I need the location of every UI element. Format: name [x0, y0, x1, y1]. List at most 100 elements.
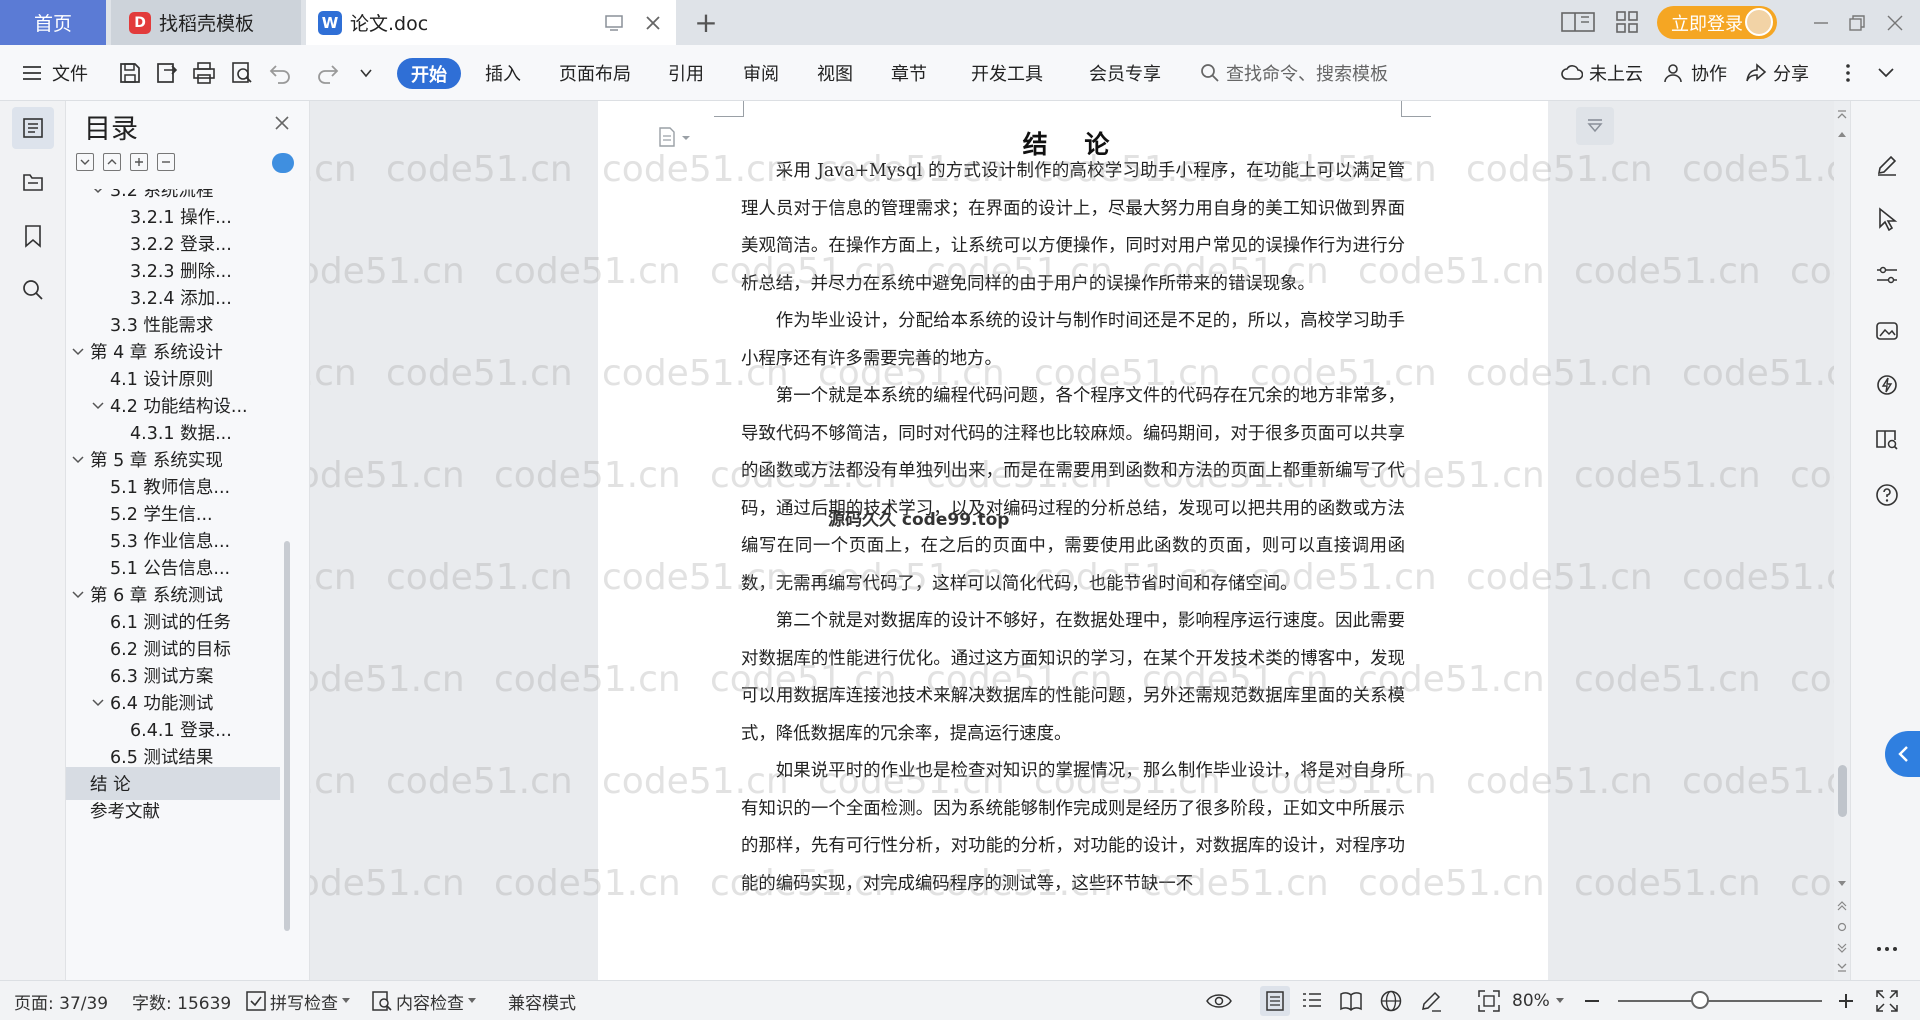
- zoom-in-button[interactable]: [1838, 981, 1854, 1020]
- tab-page-layout-label: 页面布局: [559, 64, 631, 85]
- page-view-icon[interactable]: [1260, 986, 1290, 1016]
- caret-down-icon: [1555, 998, 1564, 1003]
- export-icon[interactable]: [153, 59, 181, 87]
- watermark-text: code51.cn: [1682, 761, 1834, 802]
- chevron-down-icon[interactable]: [90, 189, 106, 197]
- scroll-top-icon[interactable]: [1836, 109, 1848, 123]
- hamburger-icon: [23, 66, 41, 80]
- word-count[interactable]: 字数: 15639: [132, 981, 231, 1020]
- chevron-down-icon[interactable]: [90, 399, 106, 413]
- save-icon[interactable]: [116, 59, 144, 87]
- next-page-icon[interactable]: [1836, 941, 1848, 955]
- web-view-icon[interactable]: [1380, 981, 1402, 1020]
- ai-assistant-icon[interactable]: [1871, 369, 1903, 401]
- help-icon[interactable]: [1871, 479, 1903, 511]
- prev-page-icon[interactable]: [1836, 901, 1848, 915]
- zoom-slider-handle[interactable]: [1690, 991, 1709, 1009]
- tab-home-ribbon[interactable]: 开始: [397, 58, 461, 89]
- toc-smart-toggle-icon[interactable]: [272, 153, 294, 173]
- cloud-status-button[interactable]: 未上云: [1561, 45, 1643, 101]
- bookmark-icon[interactable]: [12, 215, 54, 257]
- print-icon[interactable]: [190, 59, 218, 87]
- toc-close-icon[interactable]: [270, 111, 294, 135]
- zoom-slider[interactable]: [1618, 1000, 1822, 1002]
- command-search-input[interactable]: 查找命令、搜索模板: [1200, 45, 1388, 101]
- quick-access-dropdown-icon[interactable]: [352, 59, 380, 87]
- collapse-ribbon-icon[interactable]: [1872, 59, 1900, 87]
- tab-close-icon[interactable]: [636, 6, 670, 40]
- tab-preview-icon[interactable]: [600, 9, 628, 37]
- toc-item[interactable]: 参考文献: [66, 794, 280, 827]
- minimize-icon[interactable]: [1810, 12, 1832, 34]
- more-options-icon[interactable]: [1834, 59, 1862, 87]
- reading-mode-icon[interactable]: [1871, 423, 1903, 455]
- tab-review[interactable]: 审阅: [743, 45, 779, 101]
- page-indicator[interactable]: 页面: 37/39: [14, 981, 108, 1020]
- tab-member[interactable]: 会员专享: [1089, 45, 1161, 101]
- toc-item-label: 3.2.2 登录...: [130, 235, 232, 255]
- tab-developer[interactable]: 开发工具: [971, 45, 1043, 101]
- eye-protection-icon[interactable]: [1206, 981, 1232, 1020]
- chevron-down-icon[interactable]: [70, 345, 86, 359]
- reading-view-icon[interactable]: [1340, 981, 1362, 1020]
- outline-view-icon[interactable]: [1302, 981, 1322, 1020]
- adjust-sliders-icon[interactable]: [1871, 259, 1903, 291]
- file-menu-button[interactable]: 文件: [22, 45, 88, 101]
- layout-toggle-icon[interactable]: [1560, 9, 1596, 35]
- toc-collapse-all-icon[interactable]: [103, 153, 121, 171]
- image-tool-icon[interactable]: [1871, 315, 1903, 347]
- chevron-down-icon[interactable]: [70, 588, 86, 602]
- toc-item-label: 第 4 章 系统设计: [90, 343, 223, 363]
- tab-references[interactable]: 引用: [668, 45, 704, 101]
- close-window-icon[interactable]: [1884, 12, 1906, 34]
- tab-view[interactable]: 视图: [817, 45, 853, 101]
- write-view-icon[interactable]: [1420, 981, 1442, 1020]
- page-float-toolbar-icon[interactable]: [1576, 107, 1614, 145]
- content-check-button[interactable]: 内容检查: [372, 981, 476, 1020]
- print-preview-icon[interactable]: [228, 59, 256, 87]
- zoom-out-button[interactable]: [1584, 981, 1600, 1020]
- pen-edit-icon[interactable]: [1871, 149, 1903, 181]
- tab-home-ribbon-label: 开始: [411, 64, 447, 86]
- tab-insert[interactable]: 插入: [485, 45, 521, 101]
- chevron-down-icon[interactable]: [70, 453, 86, 467]
- zoom-level-dropdown[interactable]: 80%: [1512, 981, 1564, 1020]
- expand-side-panel-button[interactable]: [1885, 731, 1920, 777]
- apps-grid-icon[interactable]: [1614, 9, 1640, 35]
- tab-docer-templates[interactable]: D 找稻壳模板: [111, 0, 301, 45]
- toc-remove-icon[interactable]: [157, 153, 175, 171]
- tab-chapter[interactable]: 章节: [891, 45, 927, 101]
- scroll-up-icon[interactable]: [1836, 129, 1848, 143]
- collaborate-button[interactable]: 协作: [1663, 45, 1727, 101]
- scroll-down-icon[interactable]: [1836, 879, 1848, 893]
- tab-page-layout[interactable]: 页面布局: [559, 45, 631, 101]
- toc-scrollbar[interactable]: [284, 541, 290, 931]
- document-page[interactable]: 结 论 采用 Java+Mysql 的方式设计制作的高校学习助手小程序，在功能上…: [598, 101, 1548, 980]
- toc-item-label: 3.2.4 添加...: [130, 289, 232, 309]
- login-button[interactable]: 立即登录: [1657, 6, 1777, 39]
- new-tab-button[interactable]: +: [690, 6, 722, 39]
- page-select-icon[interactable]: [1836, 921, 1848, 935]
- toc-panel-icon[interactable]: [12, 107, 54, 149]
- tab-view-label: 视图: [817, 64, 853, 85]
- tab-home[interactable]: 首页: [0, 0, 106, 45]
- redo-icon[interactable]: [314, 59, 342, 87]
- tab-document[interactable]: W 论文.doc: [306, 0, 676, 45]
- select-pointer-icon[interactable]: [1871, 203, 1903, 235]
- toc-expand-all-icon[interactable]: [76, 153, 94, 171]
- chevron-down-icon[interactable]: [90, 696, 106, 710]
- undo-icon[interactable]: [266, 59, 294, 87]
- toc-add-icon[interactable]: [130, 153, 148, 171]
- scroll-thumb[interactable]: [1838, 765, 1847, 817]
- find-icon[interactable]: [12, 269, 54, 311]
- share-button[interactable]: 分享: [1745, 45, 1809, 101]
- spell-check-button[interactable]: 拼写检查: [246, 981, 350, 1020]
- restore-icon[interactable]: [1846, 12, 1868, 34]
- scroll-bottom-icon[interactable]: [1836, 961, 1848, 975]
- more-tools-icon[interactable]: [1871, 933, 1903, 965]
- watermark-text: code51.cn: [310, 557, 357, 598]
- fullscreen-icon[interactable]: [1876, 981, 1898, 1020]
- chapter-nav-icon[interactable]: [12, 161, 54, 203]
- fit-page-icon[interactable]: [1478, 981, 1500, 1020]
- vertical-scrollbar[interactable]: [1834, 101, 1850, 980]
